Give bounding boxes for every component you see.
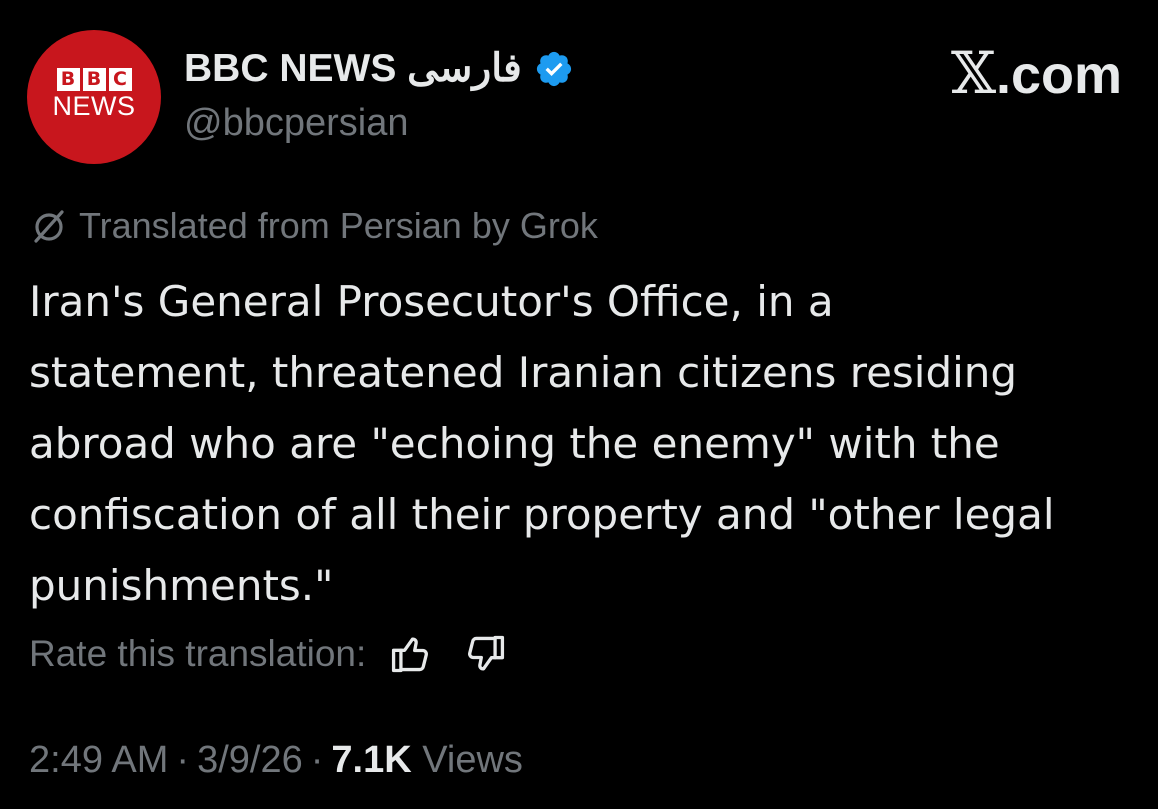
thumbs-down-icon[interactable] bbox=[462, 631, 508, 677]
tweet-card: B B C NEWS BBC NEWS فارسی @bbcpersian 𝕏.… bbox=[0, 0, 1158, 809]
tweet-date[interactable]: 3/9/26 bbox=[197, 739, 303, 781]
tweet-text-line: statement, threatened Iranian citizens r… bbox=[29, 348, 1018, 397]
bbc-logo-letter: C bbox=[108, 68, 132, 91]
rate-translation: Rate this translation: bbox=[29, 630, 508, 678]
translation-note-text: Translated from Persian by Grok bbox=[79, 205, 598, 246]
avatar[interactable]: B B C NEWS bbox=[27, 30, 161, 164]
bbc-logo-blocks: B B C bbox=[56, 68, 132, 91]
tweet-text-line: confiscation of all their property and "… bbox=[29, 490, 1055, 539]
grok-icon bbox=[29, 206, 69, 246]
site-suffix: .com bbox=[995, 45, 1122, 105]
views-count[interactable]: 7.1K bbox=[331, 739, 411, 781]
meta-separator: · bbox=[176, 739, 190, 781]
bbc-logo-letter: B bbox=[82, 68, 106, 91]
tweet-text: Iran's General Prosecutor's Office, in a… bbox=[29, 266, 1129, 621]
thumbs-up-icon[interactable] bbox=[388, 631, 434, 677]
author-handle[interactable]: @bbcpersian bbox=[184, 100, 408, 146]
tweet-text-line: punishments." bbox=[29, 561, 334, 610]
tweet-text-line: Iran's General Prosecutor's Office, in a bbox=[29, 277, 834, 326]
tweet-time[interactable]: 2:49 AM bbox=[29, 739, 168, 781]
bbc-logo-letter: B bbox=[56, 68, 80, 91]
meta-separator: · bbox=[310, 739, 324, 781]
author-name-row: BBC NEWS فارسی bbox=[184, 44, 574, 94]
translation-note: Translated from Persian by Grok bbox=[29, 204, 598, 248]
display-name[interactable]: BBC NEWS فارسی bbox=[184, 44, 522, 94]
rate-translation-label: Rate this translation: bbox=[29, 633, 367, 674]
tweet-text-line: abroad who are "echoing the enemy" with … bbox=[29, 419, 1000, 468]
x-glyph: 𝕏 bbox=[950, 39, 996, 107]
tweet-meta: 2:49 AM · 3/9/26 · 7.1K Views bbox=[29, 736, 523, 784]
verified-badge-icon[interactable] bbox=[534, 49, 574, 89]
views-label: Views bbox=[422, 739, 523, 781]
bbc-logo-news-word: NEWS bbox=[52, 91, 136, 121]
x-logo: 𝕏.com bbox=[951, 44, 1122, 104]
